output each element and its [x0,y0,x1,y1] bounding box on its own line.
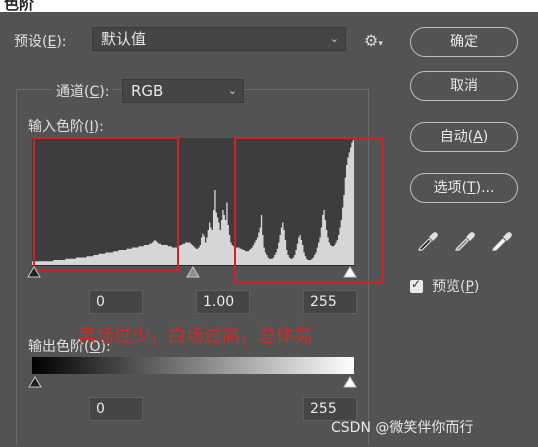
channel-dropdown[interactable]: RGB ⌄ [122,79,244,103]
options-button[interactable]: 选项(T)... [410,173,518,203]
cancel-button[interactable]: 取消 [410,71,518,101]
preset-value: 默认值 [101,30,147,48]
input-levels-label: 输入色阶(I): [28,119,104,135]
auto-button[interactable]: 自动(A) [410,122,518,152]
input-white-field[interactable]: 255 [303,290,357,314]
preview-label: 预览(P) [432,279,480,295]
input-black-field[interactable]: 0 [89,290,143,314]
watermark: CSDN @微笑伴你而行 [331,420,474,436]
annotation-text: 黑场过少，白场过高，总体亮 [78,326,312,347]
preset-label: 预设(E): [14,34,67,50]
gray-eyedropper-icon[interactable] [453,228,477,252]
ok-button[interactable]: 确定 [410,27,518,57]
white-eyedropper-icon[interactable] [490,228,514,252]
input-gamma-slider[interactable] [186,266,200,278]
channel-value: RGB [131,82,164,100]
output-black-field[interactable]: 0 [89,397,143,421]
output-gradient [32,357,354,374]
annotation-box-highlights [234,137,384,283]
gear-icon[interactable]: ⚙▾ [364,31,383,50]
input-white-slider[interactable] [343,266,357,278]
title-bar: 色阶 [0,0,538,13]
input-gamma-field[interactable]: 1.00 [196,290,250,314]
checkmark-icon: ✓ [411,277,422,291]
preset-dropdown[interactable]: 默认值 ⌄ [92,27,346,51]
chevron-down-icon: ⌄ [227,84,237,97]
window-title: 色阶 [4,0,35,13]
preview-checkbox[interactable]: ✓ [410,277,423,293]
black-eyedropper-icon[interactable] [416,228,440,252]
input-black-slider[interactable] [27,266,41,278]
channel-label: 通道(C): [52,81,114,101]
output-black-slider[interactable] [28,376,42,388]
output-white-slider[interactable] [343,376,357,388]
annotation-box-shadows [33,137,179,271]
chevron-down-icon: ⌄ [329,32,339,45]
